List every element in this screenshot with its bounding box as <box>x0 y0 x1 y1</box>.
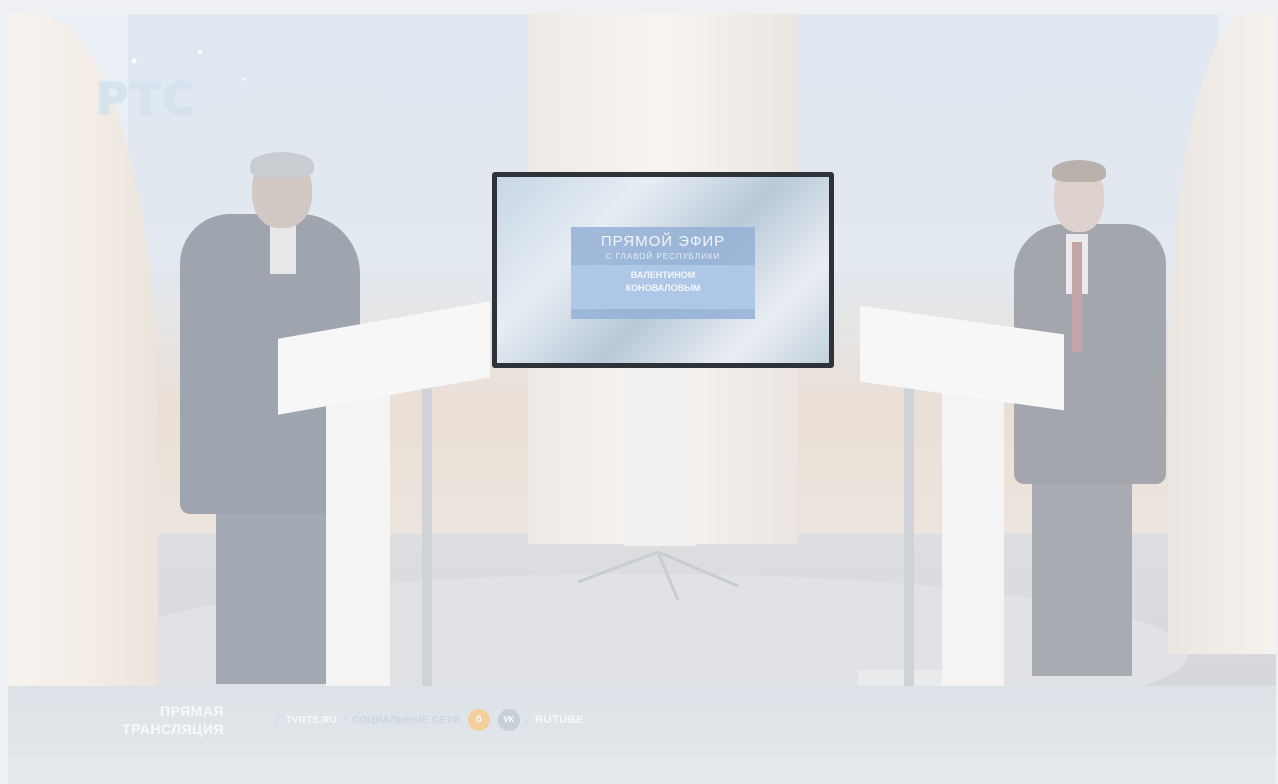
odnoklassniki-icon[interactable]: ö <box>467 709 490 731</box>
speaker-right <box>1014 160 1174 682</box>
podium-right-column <box>942 386 1004 686</box>
separator: / <box>276 713 280 727</box>
podium-left-pole <box>422 384 432 686</box>
vk-icon[interactable]: VK <box>497 709 520 731</box>
site-link[interactable]: TVRTS.RU <box>285 715 337 726</box>
podium-right-pole <box>904 386 914 686</box>
tv-screen: ПРЯМОЙ ЭФИР С ГЛАВОЙ РЕСПУБЛИКИ ВАЛЕНТИН… <box>497 177 829 363</box>
podium-right-base <box>858 670 942 686</box>
video-frame[interactable]: РТС ПРЯМОЙ ЭФИР С ГЛАВОЙ РЕСПУБЛИКИ ВАЛЕ… <box>8 14 1276 686</box>
social-networks-label: СОЦИАЛЬНЫЕ СЕТИ <box>352 714 460 726</box>
speaker-left-shirt <box>270 224 296 274</box>
tv-subtitle: С ГЛАВОЙ РЕСПУБЛИКИ <box>605 252 721 261</box>
rutube-link[interactable]: RUTUBE <box>535 714 584 726</box>
speaker-left-hair <box>250 152 314 178</box>
tv-stand-base <box>577 550 739 601</box>
live-label-line1: ПРЯМАЯ <box>160 703 224 719</box>
tv-title: ПРЯМОЙ ЭФИР <box>600 233 726 250</box>
video-player[interactable]: РТС ПРЯМОЙ ЭФИР С ГЛАВОЙ РЕСПУБЛИКИ ВАЛЕ… <box>0 0 1278 784</box>
live-label-line2: ТРАНСЛЯЦИЯ <box>122 721 224 737</box>
tv-name-line1: ВАЛЕНТИНОМ <box>630 270 696 280</box>
channel-logo: РТС <box>96 74 197 125</box>
separator: / <box>525 713 530 727</box>
speaker-right-legs <box>1032 462 1132 676</box>
live-broadcast-label: ПРЯМАЯ ТРАНСЛЯЦИЯ <box>122 702 224 738</box>
speaker-left-legs <box>216 494 328 684</box>
podium-left-column <box>326 384 390 686</box>
links-row: / TVRTS.RU / СОЦИАЛЬНЫЕ СЕТИ ö VK / RUTU… <box>270 708 584 732</box>
separator: / <box>342 713 347 727</box>
tv-stand <box>624 368 696 546</box>
bottom-strip <box>8 756 1276 784</box>
studio-tv: ПРЯМОЙ ЭФИР С ГЛАВОЙ РЕСПУБЛИКИ ВАЛЕНТИН… <box>492 172 834 368</box>
speaker-right-hair <box>1052 160 1106 182</box>
speaker-right-tie <box>1072 242 1082 352</box>
tv-name-line2: КОНОВАЛОВЫМ <box>625 283 701 293</box>
